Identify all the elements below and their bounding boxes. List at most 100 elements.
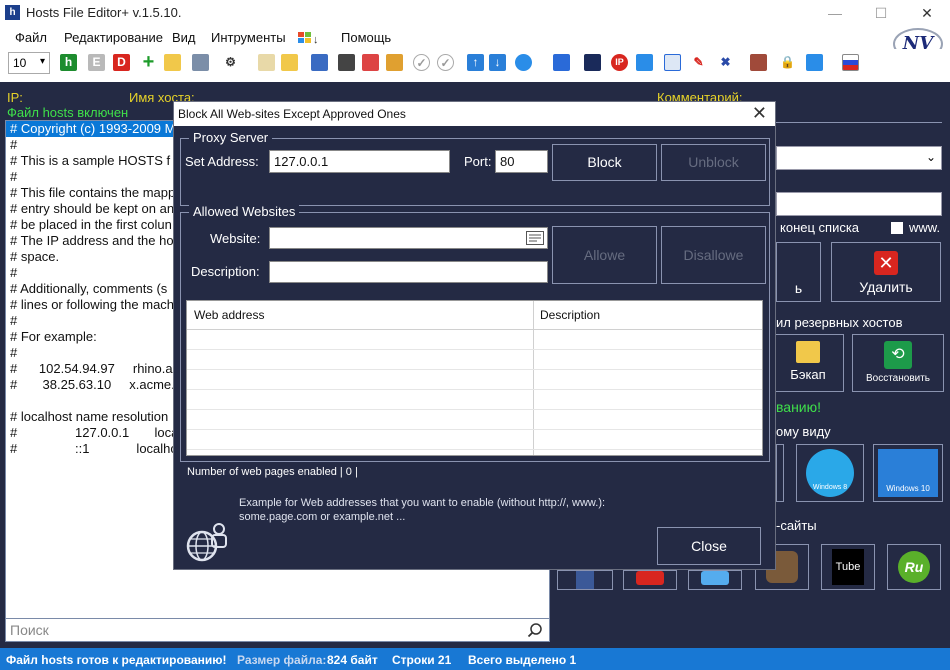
right-group-top <box>776 122 942 123</box>
delete-button[interactable]: ✕ Удалить <box>831 242 941 302</box>
address-input[interactable]: 127.0.0.1 <box>269 150 450 173</box>
open-folder-icon[interactable] <box>164 54 181 71</box>
package-icon[interactable] <box>750 54 767 71</box>
website-input[interactable] <box>269 227 548 249</box>
facebook-button[interactable] <box>557 570 613 590</box>
ip-button[interactable]: IP <box>611 54 628 71</box>
windows10-button[interactable]: Windows 10 <box>873 444 943 502</box>
example-hint: Example for Web addresses that you want … <box>239 496 619 524</box>
ip-label: IP: <box>7 90 23 105</box>
twitter-button[interactable] <box>688 570 742 590</box>
tools-icon[interactable]: ⚙ <box>222 54 239 71</box>
status-size-value: 824 байт <box>327 653 378 667</box>
clean-icon[interactable]: ✎ <box>690 54 707 71</box>
import-icon[interactable] <box>338 54 355 71</box>
notes-icon[interactable] <box>258 54 275 71</box>
delete-icon: ✕ <box>874 251 898 275</box>
add-button[interactable]: ь <box>776 242 821 302</box>
close-window-button[interactable]: ✕ <box>904 0 950 26</box>
youtube-button[interactable] <box>623 570 677 590</box>
backup-folder-icon <box>796 341 820 363</box>
windows10-label: Windows 10 <box>878 449 938 497</box>
close-dialog-button[interactable]: Close <box>657 527 761 565</box>
www-checkbox[interactable] <box>891 222 903 234</box>
redtube-button[interactable]: Tube <box>821 544 875 590</box>
folder-icon[interactable] <box>281 54 298 71</box>
check-all-icon[interactable]: ✓ <box>437 54 454 71</box>
backup-button[interactable]: Бэкап <box>772 334 844 392</box>
app-icon: h <box>5 5 20 20</box>
ru-icon: Ru <box>898 551 930 583</box>
save-icon[interactable] <box>192 54 209 71</box>
allow-button[interactable]: Allowe <box>552 226 657 284</box>
menu-tools[interactable]: Интрументы <box>211 30 286 45</box>
table-row <box>187 409 762 410</box>
windows-menu-icon[interactable]: ↓ <box>297 30 321 49</box>
add-icon[interactable]: + <box>140 52 157 72</box>
windows8-button[interactable]: Windows 8 <box>796 444 864 502</box>
view-button-partial[interactable] <box>776 444 784 502</box>
column-divider <box>533 301 534 455</box>
menu-file[interactable]: Файл <box>15 30 47 45</box>
fullscreen-icon[interactable] <box>806 54 823 71</box>
language-flag-icon[interactable] <box>842 54 859 71</box>
search-placeholder: Поиск <box>10 622 49 638</box>
status-lines: Строки 21 <box>392 653 452 667</box>
pin-icon[interactable]: ✖ <box>717 54 734 71</box>
grid-icon[interactable] <box>664 54 681 71</box>
disallow-button[interactable]: Disallowe <box>661 226 766 284</box>
websites-table[interactable]: Web address Description <box>186 300 763 456</box>
backup-label: Бэкап <box>790 367 826 382</box>
settings-icon[interactable] <box>636 54 653 71</box>
description-input[interactable] <box>269 261 548 283</box>
twitter-icon <box>701 571 729 585</box>
maximize-button[interactable]: ☐ <box>858 0 904 26</box>
comment-input[interactable] <box>776 192 942 216</box>
proxy-server-legend: Proxy Server <box>189 130 273 145</box>
restore-button[interactable]: ⟲ Восстановить <box>852 334 944 392</box>
address-value: 127.0.0.1 <box>274 154 329 169</box>
example-line-2: some.page.com or example.net ... <box>239 511 406 523</box>
globe-icon[interactable] <box>515 54 532 71</box>
block-button[interactable]: Block <box>552 144 657 181</box>
move-down-icon[interactable]: ↓ <box>489 54 506 71</box>
export-icon[interactable] <box>362 54 379 71</box>
status-size-label: Размер файла: <box>237 653 327 667</box>
port-input[interactable]: 80 <box>495 150 548 173</box>
table-row <box>187 389 762 390</box>
table-row <box>187 429 762 430</box>
edit-e-button[interactable]: E <box>88 54 105 71</box>
unblock-button[interactable]: Unblock <box>661 144 766 181</box>
zoom-value: 10 <box>13 56 27 70</box>
search-input[interactable]: Поиск <box>5 618 550 642</box>
col-web-address[interactable]: Web address <box>188 301 270 329</box>
example-line-1: Example for Web addresses that you want … <box>239 497 606 509</box>
lock-icon[interactable]: 🔒 <box>779 54 796 71</box>
menu-view[interactable]: Вид <box>172 30 196 45</box>
move-up-icon[interactable]: ↑ <box>467 54 484 71</box>
hosts-h-button[interactable]: h <box>60 54 77 71</box>
minimize-button[interactable]: — <box>812 0 858 26</box>
block-icon[interactable] <box>584 54 601 71</box>
network-icon[interactable] <box>553 54 570 71</box>
menu-help[interactable]: Помощь <box>341 30 391 45</box>
mail-icon[interactable] <box>386 54 403 71</box>
host-select[interactable]: ⌄ <box>776 146 942 170</box>
ru-button[interactable]: Ru <box>887 544 941 590</box>
window-title: Hosts File Editor+ v.1.5.10. <box>26 5 182 20</box>
menu-edit[interactable]: Редактирование <box>64 30 163 45</box>
search-icon[interactable] <box>527 622 543 638</box>
dialog-close-icon[interactable]: ✕ <box>752 103 767 124</box>
menu-bar: Файл Редактирование Вид Интрументы ↓ Пом… <box>0 27 950 49</box>
list-icon[interactable] <box>311 54 328 71</box>
col-description[interactable]: Description <box>534 301 606 329</box>
globe-user-icon <box>186 523 227 562</box>
table-row <box>187 369 762 370</box>
hosts-status: Файл hosts включен <box>7 105 129 120</box>
check-icon[interactable]: ✓ <box>413 54 430 71</box>
delete-d-button[interactable]: D <box>113 54 130 71</box>
sites-group-label: -сайты <box>776 518 817 533</box>
end-of-list-label: конец списка <box>780 220 860 235</box>
zoom-select[interactable]: 10 <box>8 52 50 74</box>
notes-icon[interactable] <box>526 231 544 245</box>
